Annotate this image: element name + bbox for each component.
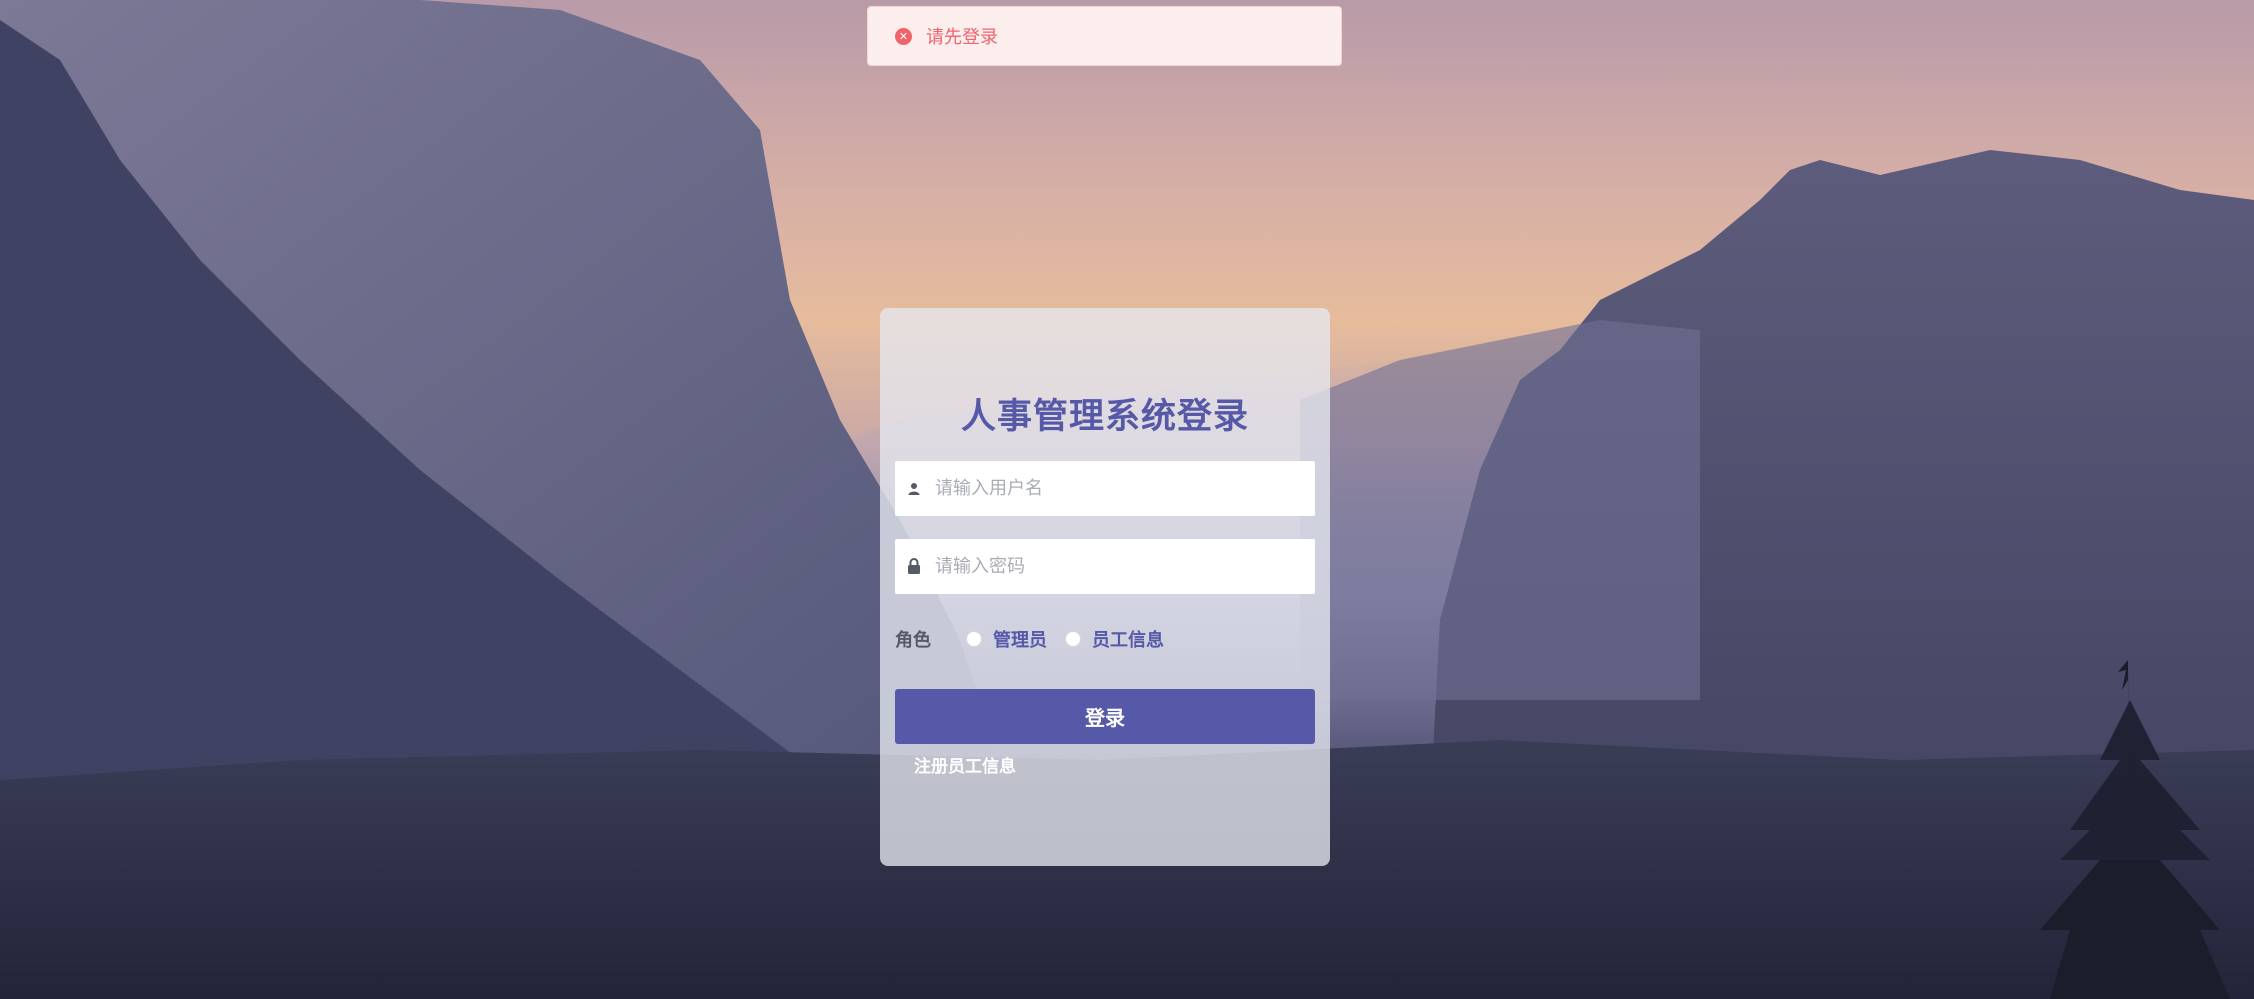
username-field[interactable] <box>895 461 1315 516</box>
error-toast: ✕ 请先登录 <box>867 6 1342 66</box>
role-label: 角色 <box>895 630 931 651</box>
password-field[interactable] <box>895 539 1315 594</box>
role-option-admin[interactable]: 管理员 <box>993 626 1047 652</box>
role-option-employee[interactable]: 员工信息 <box>1092 626 1164 652</box>
user-icon <box>895 482 933 495</box>
page-title: 人事管理系统登录 <box>960 397 1249 437</box>
role-radio-employee[interactable] <box>1065 631 1081 647</box>
username-input[interactable] <box>933 477 1307 500</box>
toast-message: 请先登录 <box>926 27 998 48</box>
login-card: 人事管理系统登录 角色 管理员 员工信息 登录 注册员工信息 <box>880 308 1330 866</box>
role-radio-admin[interactable] <box>966 631 982 647</box>
lock-icon <box>895 558 933 575</box>
password-input[interactable] <box>933 555 1307 578</box>
error-circle-icon: ✕ <box>895 27 912 45</box>
login-button[interactable]: 登录 <box>895 689 1315 744</box>
role-selector: 角色 管理员 员工信息 <box>895 626 1164 652</box>
register-employee-link[interactable]: 注册员工信息 <box>914 752 1016 777</box>
